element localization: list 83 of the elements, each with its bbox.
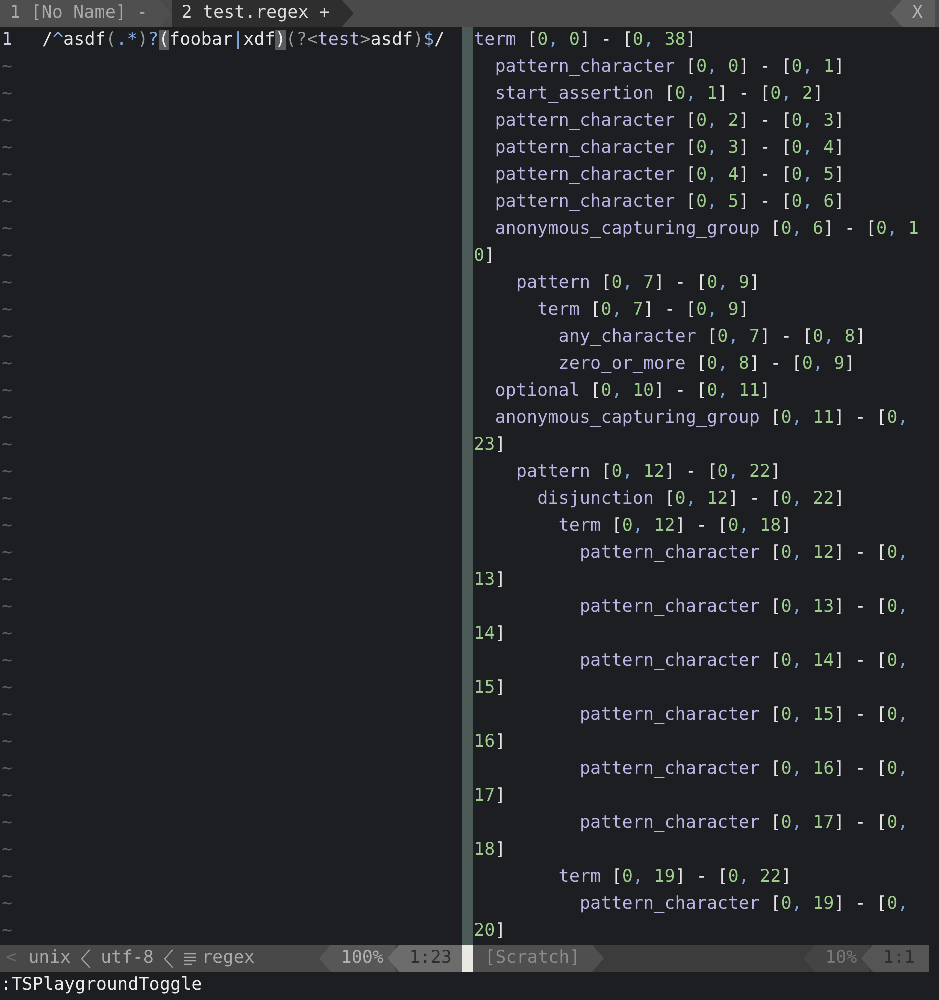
- tree-node-line-wrap: 23]: [474, 435, 506, 455]
- tree-node-line: pattern_character [0, 3] - [0, 4]: [494, 138, 845, 158]
- tree-node-line: any_character [0, 7] - [0, 8]: [558, 327, 866, 347]
- tree-node-line: term [0, 19] - [0, 22]: [558, 867, 792, 887]
- empty-line-marker: ~: [1, 110, 13, 133]
- tree-node-line-wrap: 13]: [474, 570, 506, 590]
- empty-line-marker: ~: [1, 515, 13, 538]
- command-line: :TSPlaygroundToggle: [0, 974, 204, 997]
- tree-node-line: pattern [0, 12] - [0, 22]: [515, 462, 782, 482]
- cursor-position: 1:23: [388, 945, 462, 972]
- tree-node-line: pattern_character [0, 5] - [0, 6]: [494, 192, 845, 212]
- line-number: 1: [1, 29, 14, 52]
- empty-line-marker: ~: [1, 407, 13, 430]
- tree-node-line: start_assertion [0, 1] - [0, 2]: [494, 84, 824, 104]
- empty-line-marker: ~: [1, 704, 13, 727]
- buffer-tab[interactable]: 1 [No Name] -: [0, 0, 172, 27]
- tree-node-line: pattern_character [0, 4] - [0, 5]: [494, 165, 845, 185]
- empty-line-marker: ~: [1, 893, 13, 916]
- empty-line-marker: ~: [1, 218, 13, 241]
- empty-line-marker: ~: [1, 461, 13, 484]
- empty-line-marker: ~: [1, 245, 13, 268]
- empty-line-marker: ~: [1, 272, 13, 295]
- tree-node-line-wrap: 17]: [474, 786, 506, 806]
- empty-line-marker: ~: [1, 434, 13, 457]
- empty-line-marker: ~: [1, 326, 13, 349]
- tree-node-line: term [0, 0] - [0, 38]: [474, 30, 696, 50]
- tree-node-line-wrap: 18]: [474, 840, 506, 860]
- empty-line-marker: ~: [1, 353, 13, 376]
- tree-node-line: pattern [0, 7] - [0, 9]: [515, 273, 760, 293]
- close-button[interactable]: X: [890, 0, 935, 27]
- tree-node-line: pattern_character [0, 2] - [0, 3]: [494, 111, 845, 131]
- empty-line-marker: ~: [1, 758, 13, 781]
- tree-node-line-wrap: 20]: [474, 921, 506, 941]
- chevron-separator-icon: [164, 948, 174, 968]
- tree-node-line-wrap: 15]: [474, 678, 506, 698]
- empty-line-marker: ~: [1, 299, 13, 322]
- empty-line-marker: ~: [1, 866, 13, 889]
- empty-line-marker: ~: [1, 920, 13, 943]
- chevron-separator-icon: [80, 948, 91, 968]
- tree-node-line: pattern_character [0, 19] - [0,: [578, 894, 908, 914]
- empty-line-marker: ~: [1, 596, 13, 619]
- buffer-name: [Scratch]: [473, 945, 604, 972]
- tree-node-line: pattern_character [0, 17] - [0,: [578, 813, 908, 833]
- tree-node-line: term [0, 12] - [0, 18]: [558, 516, 792, 536]
- file-type: regex: [200, 947, 256, 970]
- empty-line-marker: ~: [1, 650, 13, 673]
- file-encoding: utf-8: [100, 947, 155, 970]
- file-format: unix: [28, 947, 72, 970]
- tree-node-line: optional [0, 10] - [0, 11]: [494, 381, 771, 401]
- tree-node-line: pattern_character [0, 0] - [0, 1]: [494, 57, 845, 77]
- tree-node-line: anonymous_capturing_group [0, 6] - [0, 1: [494, 219, 919, 239]
- status-lead: <: [5, 947, 18, 970]
- tree-node-line: pattern_character [0, 15] - [0,: [578, 705, 908, 725]
- tree-node-line-wrap: 14]: [474, 624, 506, 644]
- empty-line-marker: ~: [1, 488, 13, 511]
- empty-line-marker: ~: [1, 677, 13, 700]
- empty-line-marker: ~: [1, 83, 13, 106]
- empty-line-marker: ~: [1, 56, 13, 79]
- tree-node-line: anonymous_capturing_group [0, 11] - [0,: [494, 408, 908, 428]
- tree-node-line: pattern_character [0, 12] - [0,: [578, 543, 908, 563]
- empty-line-marker: ~: [1, 569, 13, 592]
- buffer-tab[interactable]: 2 test.regex +: [172, 0, 354, 27]
- empty-line-marker: ~: [1, 812, 13, 835]
- empty-line-marker: ~: [1, 137, 13, 160]
- empty-line-marker: ~: [1, 164, 13, 187]
- tree-node-line: zero_or_more [0, 8] - [0, 9]: [558, 354, 856, 374]
- empty-line-marker: ~: [1, 839, 13, 862]
- tree-node-line: pattern_character [0, 13] - [0,: [578, 597, 908, 617]
- tree-node-line-wrap: 0]: [474, 246, 496, 266]
- empty-line-marker: ~: [1, 785, 13, 808]
- status-separator: [462, 945, 473, 972]
- empty-line-marker: ~: [1, 623, 13, 646]
- tree-node-line: term [0, 7] - [0, 9]: [536, 300, 750, 320]
- tree-node-line: pattern_character [0, 14] - [0,: [578, 651, 908, 671]
- tree-node-line: pattern_character [0, 16] - [0,: [578, 759, 908, 779]
- tree-node-line: disjunction [0, 12] - [0, 22]: [536, 489, 845, 509]
- empty-line-marker: ~: [1, 731, 13, 754]
- empty-line-marker: ~: [1, 380, 13, 403]
- code-line: /^asdf(.*)?(foobar|xdf)(?<test>asdf)$/: [42, 29, 445, 52]
- empty-line-marker: ~: [1, 191, 13, 214]
- tree-node-line-wrap: 16]: [474, 732, 506, 752]
- empty-line-marker: ~: [1, 542, 13, 565]
- lines-icon: [184, 952, 196, 966]
